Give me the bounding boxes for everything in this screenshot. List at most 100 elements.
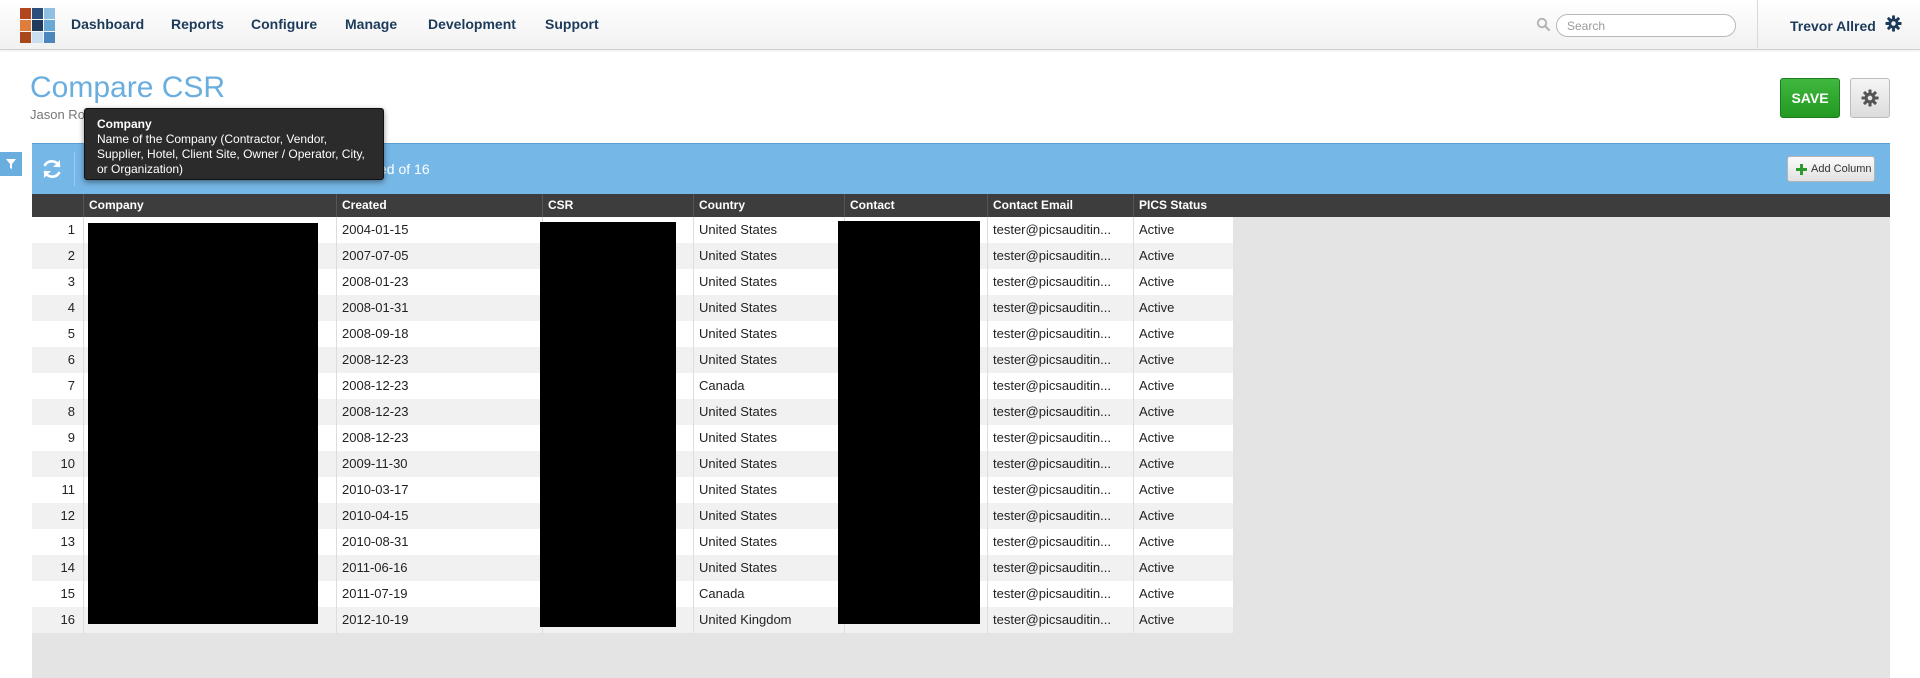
- nav-dashboard[interactable]: Dashboard: [71, 16, 144, 32]
- cell-pics-status: Active: [1133, 295, 1233, 321]
- cell-country: United States: [693, 555, 844, 581]
- row-number: 14: [60, 560, 75, 575]
- cell-contact-email: tester@picsauditin...: [987, 581, 1133, 607]
- add-column-label: Add Column: [1811, 163, 1872, 175]
- cell-contact-email: tester@picsauditin...: [987, 347, 1133, 373]
- cell-pics-status: Active: [1133, 607, 1233, 633]
- cell-country: United States: [693, 217, 844, 243]
- gear-icon: [1861, 89, 1879, 107]
- cell-created: 2010-08-31: [336, 529, 542, 555]
- add-column-button[interactable]: Add Column: [1787, 156, 1875, 182]
- logo-square: [44, 20, 55, 31]
- cell-country: United States: [693, 529, 844, 555]
- row-number: 2: [67, 248, 75, 263]
- cell-created: 2008-09-18: [336, 321, 542, 347]
- page-subtitle: Jason Ro: [30, 107, 85, 122]
- logo-square: [44, 8, 55, 19]
- cell-pics-status: Active: [1133, 347, 1233, 373]
- nav-development[interactable]: Development: [428, 16, 516, 32]
- app-logo[interactable]: [20, 8, 55, 43]
- cell-created: 2010-03-17: [336, 477, 542, 503]
- row-number-header: [32, 194, 83, 217]
- redacted-contact-column: [838, 221, 980, 624]
- cell-country: United States: [693, 477, 844, 503]
- cell-contact-email: tester@picsauditin...: [987, 269, 1133, 295]
- row-number: 13: [60, 534, 75, 549]
- cell-created: 2011-06-16: [336, 555, 542, 581]
- row-number: 11: [61, 482, 76, 497]
- cell-country: United States: [693, 347, 844, 373]
- cell-pics-status: Active: [1133, 503, 1233, 529]
- cell-pics-status: Active: [1133, 269, 1233, 295]
- cell-contact-email: tester@picsauditin...: [987, 425, 1133, 451]
- nav-support[interactable]: Support: [545, 16, 599, 32]
- cell-contact-email: tester@picsauditin...: [987, 295, 1133, 321]
- row-number: 5: [67, 326, 75, 341]
- cell-pics-status: Active: [1133, 451, 1233, 477]
- refresh-icon[interactable]: [40, 157, 64, 181]
- cell-contact-email: tester@picsauditin...: [987, 607, 1133, 633]
- user-menu-name[interactable]: Trevor Allred: [1790, 18, 1876, 34]
- cell-pics-status: Active: [1133, 425, 1233, 451]
- plus-icon: [1796, 163, 1807, 175]
- column-header-country[interactable]: Country: [693, 194, 844, 217]
- cell-country: United States: [693, 243, 844, 269]
- cell-created: 2008-01-31: [336, 295, 542, 321]
- logo-square: [20, 20, 31, 31]
- cell-created: 2007-07-05: [336, 243, 542, 269]
- cell-contact-email: tester@picsauditin...: [987, 555, 1133, 581]
- logo-square: [44, 32, 55, 43]
- filter-toggle[interactable]: [0, 152, 22, 176]
- cell-created: 2010-04-15: [336, 503, 542, 529]
- nav-configure[interactable]: Configure: [251, 16, 317, 32]
- cell-country: United States: [693, 451, 844, 477]
- search-input[interactable]: [1556, 14, 1736, 37]
- tooltip-body: Name of the Company (Contractor, Vendor,…: [97, 132, 365, 176]
- column-header-pics-status[interactable]: PICS Status: [1133, 194, 1233, 217]
- cell-created: 2011-07-19: [336, 581, 542, 607]
- redacted-csr-column: [540, 222, 676, 627]
- cell-country: United States: [693, 399, 844, 425]
- cell-pics-status: Active: [1133, 555, 1233, 581]
- row-number: 3: [67, 274, 75, 289]
- column-header-created[interactable]: Created: [336, 194, 542, 217]
- column-header-company[interactable]: Company: [83, 194, 336, 217]
- cell-country: United States: [693, 425, 844, 451]
- save-button[interactable]: SAVE: [1780, 78, 1840, 118]
- page-title: Compare CSR: [30, 71, 226, 104]
- row-number: 10: [60, 456, 75, 471]
- row-number: 12: [60, 508, 75, 523]
- tooltip-title: Company: [97, 117, 152, 131]
- cell-country: Canada: [693, 581, 844, 607]
- cell-contact-email: tester@picsauditin...: [987, 503, 1133, 529]
- report-settings-button[interactable]: [1850, 78, 1890, 118]
- cell-contact-email: tester@picsauditin...: [987, 451, 1133, 477]
- nav-divider: [1757, 0, 1758, 50]
- cell-created: 2004-01-15: [336, 217, 542, 243]
- top-navigation: Dashboard Reports Configure Manage Devel…: [0, 0, 1920, 50]
- column-header-contact-email[interactable]: Contact Email: [987, 194, 1133, 217]
- cell-pics-status: Active: [1133, 373, 1233, 399]
- cell-country: United States: [693, 295, 844, 321]
- column-header-contact[interactable]: Contact: [844, 194, 987, 217]
- cell-country: United States: [693, 321, 844, 347]
- nav-manage[interactable]: Manage: [345, 16, 397, 32]
- cell-pics-status: Active: [1133, 243, 1233, 269]
- cell-created: 2012-10-19: [336, 607, 542, 633]
- row-number: 6: [67, 352, 75, 367]
- row-number: 9: [67, 430, 75, 445]
- logo-square: [20, 32, 31, 43]
- logo-square: [32, 32, 43, 43]
- cell-pics-status: Active: [1133, 581, 1233, 607]
- row-number: 16: [60, 612, 75, 627]
- cell-contact-email: tester@picsauditin...: [987, 399, 1133, 425]
- table-header: Company Created CSR Country Contact Contact E…: [32, 194, 1890, 217]
- nav-reports[interactable]: Reports: [171, 16, 224, 32]
- cell-pics-status: Active: [1133, 321, 1233, 347]
- redacted-company-column: [88, 223, 318, 624]
- logo-square: [32, 8, 43, 19]
- column-header-csr[interactable]: CSR: [542, 194, 693, 217]
- filter-icon: [6, 159, 16, 169]
- gear-icon[interactable]: [1885, 15, 1902, 32]
- cell-created: 2008-12-23: [336, 425, 542, 451]
